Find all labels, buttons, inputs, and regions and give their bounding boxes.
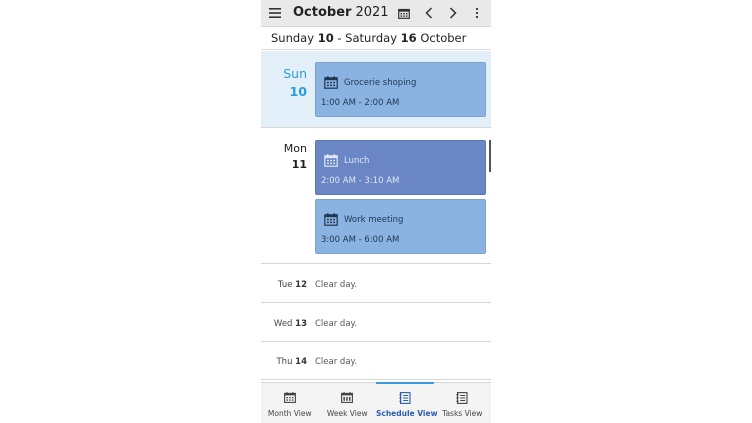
range-end-month: October: [420, 31, 467, 45]
range-end-weekday: Saturday: [345, 31, 397, 45]
month-label: October: [293, 5, 352, 20]
day-name: Sun: [283, 66, 307, 81]
day-name: Mon: [283, 142, 307, 155]
day-section-sunday: Sun 10 Grocerie shoping 1:00 AM - 2:00 A…: [261, 51, 491, 128]
event-card[interactable]: Grocerie shoping 1:00 AM - 2:00 AM: [315, 62, 486, 117]
more-vertical-icon: [475, 7, 479, 19]
tasks-view-icon: [456, 392, 468, 404]
clear-day-label: Wed 13: [274, 319, 307, 329]
clear-day-row[interactable]: Tue 12 Clear day.: [261, 265, 491, 303]
clear-day-row[interactable]: Thu 14 Clear day.: [261, 342, 491, 380]
next-button[interactable]: [443, 0, 463, 26]
event-calendar-icon: [324, 213, 338, 226]
event-title: Grocerie shoping: [344, 78, 417, 88]
range-start-day: 10: [317, 31, 334, 45]
month-view-icon: [283, 392, 296, 403]
clear-day-message: Clear day.: [315, 280, 358, 290]
tab-schedule-view[interactable]: Schedule View: [376, 382, 438, 423]
scrollbar[interactable]: [489, 140, 491, 172]
event-card[interactable]: Lunch 2:00 AM - 3:10 AM: [315, 140, 486, 195]
clear-day-row[interactable]: Wed 13 Clear day.: [261, 304, 491, 342]
day-section-monday: Mon 11 Lunch 2:00 AM - 3:10 AM Work meet…: [261, 129, 491, 264]
event-title: Lunch: [344, 156, 370, 166]
day-number: 10: [289, 84, 307, 99]
clear-day-number: 14: [295, 357, 307, 367]
tab-tasks-view[interactable]: Tasks View: [434, 383, 492, 423]
event-card[interactable]: Work meeting 3:00 AM - 6:00 AM: [315, 199, 486, 254]
clear-day-message: Clear day.: [315, 319, 358, 329]
week-view-icon: [341, 392, 354, 403]
calendar-app: October 2021 Sunday 10 - Saturday 16 Oct…: [261, 0, 491, 423]
clear-day-number: 12: [295, 280, 307, 290]
schedule-view-icon: [399, 392, 411, 404]
calendar-button[interactable]: [394, 0, 414, 26]
clear-day-number: 13: [295, 319, 307, 329]
clear-day-name: Tue: [277, 280, 293, 290]
event-time: 2:00 AM - 3:10 AM: [321, 176, 400, 186]
year-label: 2021: [355, 5, 389, 20]
event-time: 3:00 AM - 6:00 AM: [321, 235, 400, 245]
previous-button[interactable]: [419, 0, 439, 26]
month-year-title[interactable]: October 2021: [293, 4, 389, 22]
range-start-weekday: Sunday: [271, 31, 315, 45]
top-app-bar: October 2021: [261, 0, 491, 27]
event-time: 1:00 AM - 2:00 AM: [321, 98, 400, 108]
event-calendar-icon: [324, 76, 338, 89]
event-calendar-icon: [324, 154, 338, 167]
event-title: Work meeting: [344, 215, 404, 225]
tab-week-view[interactable]: Week View: [319, 383, 377, 423]
menu-button[interactable]: [263, 0, 287, 26]
week-range-label: Sunday 10 - Saturday 16 October: [261, 27, 491, 50]
bottom-navigation: Month View Week View Schedule View Tasks…: [261, 382, 491, 423]
clear-day-name: Thu: [276, 357, 293, 367]
day-number: 11: [291, 158, 307, 171]
tab-month-view[interactable]: Month View: [261, 383, 319, 423]
clear-day-message: Clear day.: [315, 357, 358, 367]
clear-day-label: Tue 12: [278, 280, 307, 290]
tab-label: Schedule View: [376, 409, 438, 418]
hamburger-menu-icon: [269, 8, 281, 18]
tab-label: Month View: [267, 409, 312, 418]
tab-label: Week View: [326, 409, 368, 418]
clear-day-label: Thu 14: [276, 357, 307, 367]
calendar-icon: [398, 8, 410, 19]
tab-label: Tasks View: [442, 409, 483, 418]
range-end-day: 16: [400, 31, 417, 45]
chevron-right-icon: [449, 7, 457, 19]
chevron-left-icon: [425, 7, 433, 19]
range-separator: -: [337, 31, 342, 45]
more-options-button[interactable]: [467, 0, 487, 26]
clear-day-name: Wed: [273, 319, 293, 329]
